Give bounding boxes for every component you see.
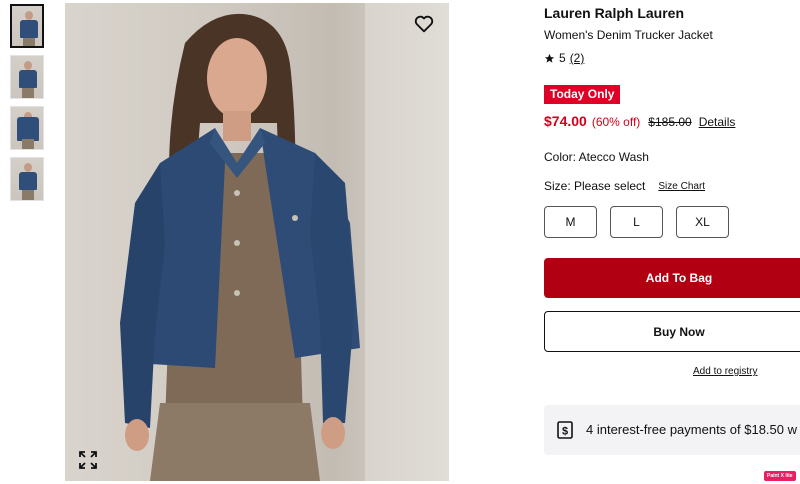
buy-now-button[interactable]: Buy Now [544, 311, 800, 352]
discount-percent: (60% off) [591, 115, 641, 129]
size-label: Size: Please select [544, 179, 646, 193]
price-row: $74.00 (60% off) $185.00 Details [544, 113, 735, 129]
wishlist-button[interactable] [413, 13, 435, 35]
thumbnail-list [10, 4, 46, 208]
extension-badge[interactable]: Paint X lite [764, 471, 796, 481]
brand-name[interactable]: Lauren Ralph Lauren [544, 5, 684, 21]
thumbnail-1[interactable] [10, 4, 44, 48]
installment-text: 4 interest-free payments of $18.50 w [586, 422, 798, 437]
heart-outline-icon [414, 15, 434, 33]
thumbnail-3[interactable] [10, 106, 44, 150]
expand-image-button[interactable] [79, 451, 97, 469]
add-to-registry-link[interactable]: Add to registry [693, 366, 757, 377]
price-details-link[interactable]: Details [699, 115, 736, 129]
original-price: $185.00 [648, 115, 692, 129]
dollar-card-icon: $ [557, 421, 573, 439]
size-row: Size: Please select Size Chart [544, 179, 705, 193]
add-to-bag-button[interactable]: Add To Bag [544, 258, 800, 298]
size-button-m[interactable]: M [544, 206, 597, 238]
sale-price: $74.00 [544, 113, 587, 129]
size-button-l[interactable]: L [610, 206, 663, 238]
installment-banner[interactable]: $ 4 interest-free payments of $18.50 w [544, 405, 800, 455]
rating-summary[interactable]: 5 (2) [544, 51, 584, 65]
star-icon [544, 53, 555, 63]
size-options: M L XL [544, 206, 742, 238]
color-label: Color: Atecco Wash [544, 150, 649, 164]
size-button-xl[interactable]: XL [676, 206, 729, 238]
thumbnail-2[interactable] [10, 55, 44, 99]
rating-value: 5 [559, 51, 566, 65]
deal-badge: Today Only [544, 85, 621, 104]
product-main-image[interactable] [65, 3, 449, 481]
thumbnail-4[interactable] [10, 157, 44, 201]
model-illustration [120, 3, 449, 481]
expand-icon [79, 451, 97, 469]
review-count-link[interactable]: (2) [570, 51, 585, 65]
svg-text:$: $ [562, 426, 568, 438]
size-chart-link[interactable]: Size Chart [658, 181, 705, 192]
product-name: Women's Denim Trucker Jacket [544, 28, 713, 42]
